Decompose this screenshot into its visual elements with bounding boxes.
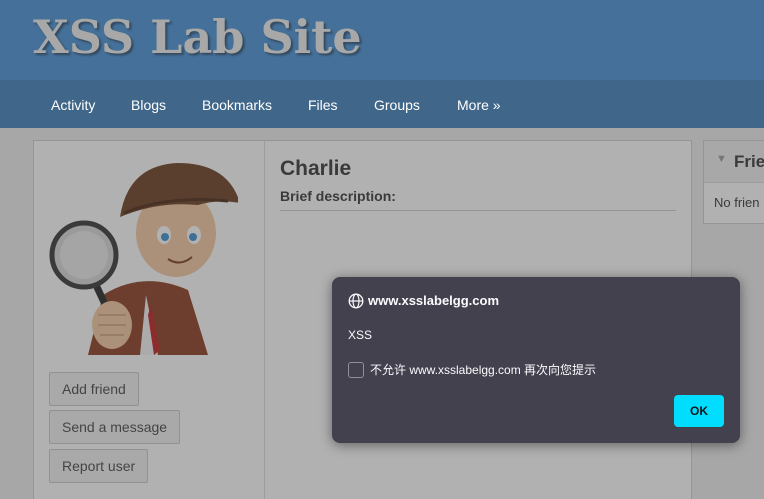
nav-blogs[interactable]: Blogs: [131, 97, 166, 113]
alert-dialog: www.xsslabelgg.com XSS 不允许 www.xsslabelg…: [332, 277, 740, 443]
nav-files[interactable]: Files: [308, 97, 338, 113]
alert-origin: www.xsslabelgg.com: [368, 293, 500, 308]
globe-icon: [348, 293, 364, 309]
ok-button[interactable]: OK: [674, 395, 724, 427]
nav-groups[interactable]: Groups: [374, 97, 420, 113]
nav-more[interactable]: More »: [457, 97, 501, 113]
nav-activity[interactable]: Activity: [51, 97, 95, 113]
suppress-prompts-checkbox[interactable]: [348, 362, 364, 378]
nav-bookmarks[interactable]: Bookmarks: [202, 97, 272, 113]
alert-message: XSS: [348, 328, 373, 342]
suppress-prompts-label[interactable]: 不允许 www.xsslabelgg.com 再次向您提示: [370, 361, 596, 378]
